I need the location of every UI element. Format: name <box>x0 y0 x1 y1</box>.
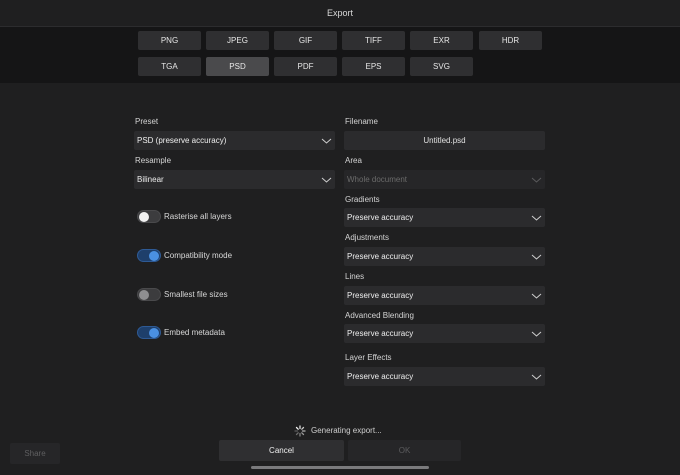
smallest-file-sizes-toggle[interactable] <box>137 288 161 301</box>
lines-value: Preserve accuracy <box>347 291 414 300</box>
preset-label: Preset <box>135 117 159 126</box>
resample-select[interactable]: Bilinear <box>134 170 335 189</box>
format-pdf-button[interactable]: PDF <box>274 57 337 76</box>
area-select: Whole document <box>344 170 545 189</box>
adjustments-value: Preserve accuracy <box>347 252 414 261</box>
format-jpeg-button[interactable]: JPEG <box>206 31 269 50</box>
resample-value: Bilinear <box>137 175 164 184</box>
layer-effects-value: Preserve accuracy <box>347 372 414 381</box>
advanced-blending-value: Preserve accuracy <box>347 329 414 338</box>
cancel-button[interactable]: Cancel <box>219 440 344 461</box>
lines-select[interactable]: Preserve accuracy <box>344 286 545 305</box>
gradients-label: Gradients <box>345 195 380 204</box>
format-hdr-button[interactable]: HDR <box>479 31 542 50</box>
format-tiff-button[interactable]: TIFF <box>342 31 405 50</box>
adjustments-select[interactable]: Preserve accuracy <box>344 247 545 266</box>
chevron-down-icon <box>531 331 542 337</box>
window-title: Export <box>0 0 680 27</box>
format-exr-button[interactable]: EXR <box>410 31 473 50</box>
gradients-value: Preserve accuracy <box>347 213 414 222</box>
rasterise-all-layers-toggle[interactable] <box>137 210 161 223</box>
chevron-down-icon <box>321 138 332 144</box>
layer-effects-select[interactable]: Preserve accuracy <box>344 367 545 386</box>
format-gif-button[interactable]: GIF <box>274 31 337 50</box>
chevron-down-icon <box>321 177 332 183</box>
export-status-text: Generating export... <box>311 426 382 435</box>
area-label: Area <box>345 156 362 165</box>
ok-button[interactable]: OK <box>348 440 461 461</box>
compatibility-mode-label: Compatibility mode <box>164 251 233 260</box>
format-svg-button[interactable]: SVG <box>410 57 473 76</box>
adjustments-label: Adjustments <box>345 233 390 242</box>
chevron-down-icon <box>531 254 542 260</box>
format-psd-button[interactable]: PSD <box>206 57 269 76</box>
chevron-down-icon <box>531 215 542 221</box>
loading-spinner-icon <box>294 425 306 437</box>
share-button[interactable]: Share <box>10 443 60 464</box>
resample-label: Resample <box>135 156 172 165</box>
smallest-file-sizes-label: Smallest file sizes <box>164 290 228 299</box>
chevron-down-icon <box>531 293 542 299</box>
home-indicator <box>251 466 429 469</box>
rasterise-all-layers-label: Rasterise all layers <box>164 212 232 221</box>
gradients-select[interactable]: Preserve accuracy <box>344 208 545 227</box>
layer-effects-label: Layer Effects <box>345 353 392 362</box>
advanced-blending-select[interactable]: Preserve accuracy <box>344 324 545 343</box>
format-png-button[interactable]: PNG <box>138 31 201 50</box>
format-picker: PNG JPEG GIF TIFF EXR HDR TGA PSD PDF EP… <box>0 27 680 83</box>
embed-metadata-toggle[interactable] <box>137 326 161 339</box>
filename-label: Filename <box>345 117 378 126</box>
chevron-down-icon <box>531 177 542 183</box>
lines-label: Lines <box>345 272 365 281</box>
filename-input[interactable]: Untitled.psd <box>344 131 545 150</box>
compatibility-mode-toggle[interactable] <box>137 249 161 262</box>
preset-select[interactable]: PSD (preserve accuracy) <box>134 131 335 150</box>
preset-value: PSD (preserve accuracy) <box>137 136 227 145</box>
advanced-blending-label: Advanced Blending <box>345 311 414 320</box>
embed-metadata-label: Embed metadata <box>164 328 225 337</box>
area-value: Whole document <box>347 175 408 184</box>
chevron-down-icon <box>531 374 542 380</box>
format-eps-button[interactable]: EPS <box>342 57 405 76</box>
format-tga-button[interactable]: TGA <box>138 57 201 76</box>
